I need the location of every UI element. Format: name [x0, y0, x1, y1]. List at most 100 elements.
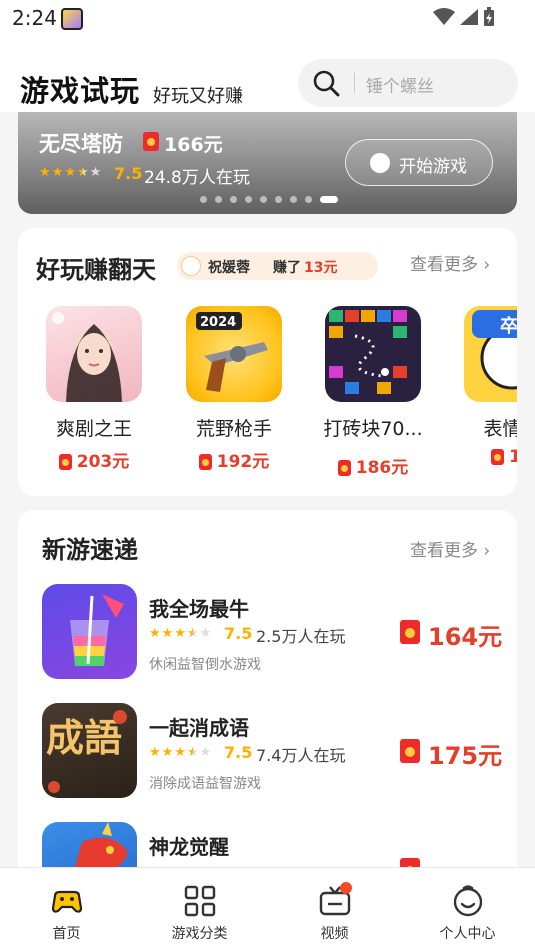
game-name: 打砖块70...	[323, 418, 423, 440]
star-icon: ★	[39, 165, 51, 180]
red-packet-icon	[491, 449, 505, 465]
status-icons	[433, 7, 495, 27]
half-star-icon: ★	[76, 165, 89, 180]
list-item[interactable]: 我全场最牛 ★ ★ ★ ★ ★ 7.5 2.5万人在玩 休闲益智倒水游戏 164…	[42, 584, 512, 684]
earn-ticker-name: 祝媛蓉	[208, 260, 250, 276]
idiom-icon: 成語	[42, 703, 137, 798]
list-item[interactable]: 成語 一起消成语 ★ ★ ★ ★ ★ 7.5 7.4万人在玩 消除成语益智游戏 …	[42, 703, 512, 803]
pagination-dot[interactable]	[305, 196, 312, 203]
list-item-stars: ★ ★ ★ ★ ★	[149, 627, 211, 641]
list-item-desc: 消除成语益智游戏	[149, 776, 261, 792]
tab-label: 首页	[52, 926, 81, 942]
star-icon: ★	[149, 745, 161, 760]
user-avatar	[181, 256, 201, 276]
list-item-desc: 休闲益智倒水游戏	[149, 657, 261, 673]
new-games-see-more-link[interactable]: 查看更多 ›	[410, 536, 490, 561]
red-packet-icon	[143, 132, 159, 151]
list-item-reward: 164元	[428, 623, 503, 651]
game-reward-value: 203元	[76, 452, 130, 472]
half-star-icon: ★	[186, 626, 199, 641]
earn-see-more-link[interactable]: 查看更多 ›	[410, 250, 490, 275]
game-name: 爽剧之王	[55, 418, 132, 440]
tab-profile[interactable]: 个人中心	[401, 868, 534, 951]
pacman-icon	[370, 153, 390, 173]
list-item-reward: 175元	[428, 742, 503, 770]
tab-categories[interactable]: 游戏分类	[133, 868, 266, 951]
game-tile[interactable]: 打砖块70... 186元	[315, 306, 425, 486]
gamepad-icon	[51, 890, 83, 913]
page-title: 游戏试玩	[20, 74, 141, 108]
empty-star-icon: ★	[199, 745, 212, 760]
battery-icon	[484, 7, 494, 26]
drama-king-icon	[46, 306, 142, 402]
smile-icon	[453, 885, 483, 917]
list-item-players: 7.4万人在玩	[256, 746, 346, 765]
idiom-text: 成語	[46, 715, 122, 760]
earn-ticker: 祝媛蓉 赚了 13元	[177, 252, 378, 280]
brick-breaker-icon	[325, 306, 421, 402]
red-packet-icon	[58, 454, 72, 470]
star-icon: ★	[161, 626, 174, 641]
badge-text: 卒	[500, 315, 517, 337]
game-reward-value: 192元	[216, 452, 270, 472]
pagination-dot[interactable]	[290, 196, 297, 203]
game-reward-value: 186元	[355, 458, 409, 478]
pagination-dot[interactable]	[230, 196, 237, 203]
pagination-dot[interactable]	[200, 196, 207, 203]
game-name: 荒野枪手	[195, 418, 272, 440]
star-icon: ★	[174, 626, 186, 641]
banner-reward: 166元	[164, 134, 223, 156]
badge-text: 2024	[200, 315, 236, 330]
tab-home[interactable]: 首页	[0, 868, 133, 951]
new-games-section-title: 新游速递	[42, 536, 138, 564]
status-bar: 2:24	[0, 0, 535, 40]
pagination-dot[interactable]	[260, 196, 267, 203]
tab-label: 游戏分类	[171, 926, 228, 942]
game-tile[interactable]: 爽剧之王 203元	[36, 306, 146, 486]
banner-pagination	[200, 196, 338, 203]
star-icon: ★	[149, 626, 161, 641]
game-reward: 186元	[315, 453, 431, 478]
list-item-stars: ★ ★ ★ ★ ★	[149, 746, 211, 760]
star-icon: ★	[64, 165, 76, 180]
search-divider	[354, 73, 355, 93]
star-icon: ★	[161, 745, 174, 760]
pagination-dot[interactable]	[215, 196, 222, 203]
list-item-name: 我全场最牛	[149, 597, 249, 621]
empty-star-icon: ★	[199, 626, 212, 641]
start-game-button[interactable]: 开始游戏	[345, 139, 493, 186]
list-item-name: 一起消成语	[149, 716, 249, 740]
banner-rating: 7.5	[114, 164, 143, 183]
search-placeholder: 锤个螺丝	[366, 77, 434, 97]
tab-label: 个人中心	[439, 926, 496, 942]
pagination-dot-active[interactable]	[320, 196, 338, 203]
juice-cup-icon	[42, 584, 137, 679]
pagination-dot[interactable]	[245, 196, 252, 203]
earn-ticker-amount: 13元	[304, 260, 338, 276]
game-reward: 192元	[176, 447, 292, 472]
game-tile[interactable]: 卒 表情包 18	[454, 306, 517, 486]
status-time: 2:24	[12, 6, 57, 30]
tab-label: 视频	[320, 926, 349, 942]
game-tile[interactable]: 2024 荒野枪手 192元	[176, 306, 286, 486]
empty-star-icon: ★	[89, 165, 102, 180]
list-item-name: 神龙觉醒	[149, 835, 229, 859]
list-item-players: 2.5万人在玩	[256, 627, 346, 646]
pagination-dot[interactable]	[275, 196, 282, 203]
notification-dot	[340, 882, 352, 894]
game-reward: 203元	[36, 447, 152, 472]
featured-banner[interactable]: 无尽塔防 166元 ★ ★ ★ ★ ★ 7.5 24.8万人在玩 开始游戏	[18, 112, 517, 214]
new-games-section: 新游速递 查看更多 › 我全场最牛 ★ ★ ★ ★ ★ 7.5 2.5万人在玩 …	[18, 510, 517, 890]
star-icon: ★	[51, 165, 64, 180]
meme-icon: 卒	[464, 306, 517, 402]
red-packet-icon	[337, 460, 351, 476]
header: 游戏试玩 好玩又好赚 锤个螺丝	[0, 40, 535, 112]
tab-video[interactable]: 视频	[268, 868, 401, 951]
star-icon: ★	[174, 745, 186, 760]
list-item-rating: 7.5	[224, 743, 253, 762]
earn-section-title: 好玩赚翻天	[36, 256, 156, 284]
grid-icon	[184, 885, 216, 917]
banner-players: 24.8万人在玩	[144, 168, 250, 188]
search-input[interactable]: 锤个螺丝	[298, 59, 518, 107]
banner-rating-stars: ★ ★ ★ ★ ★	[39, 166, 101, 180]
